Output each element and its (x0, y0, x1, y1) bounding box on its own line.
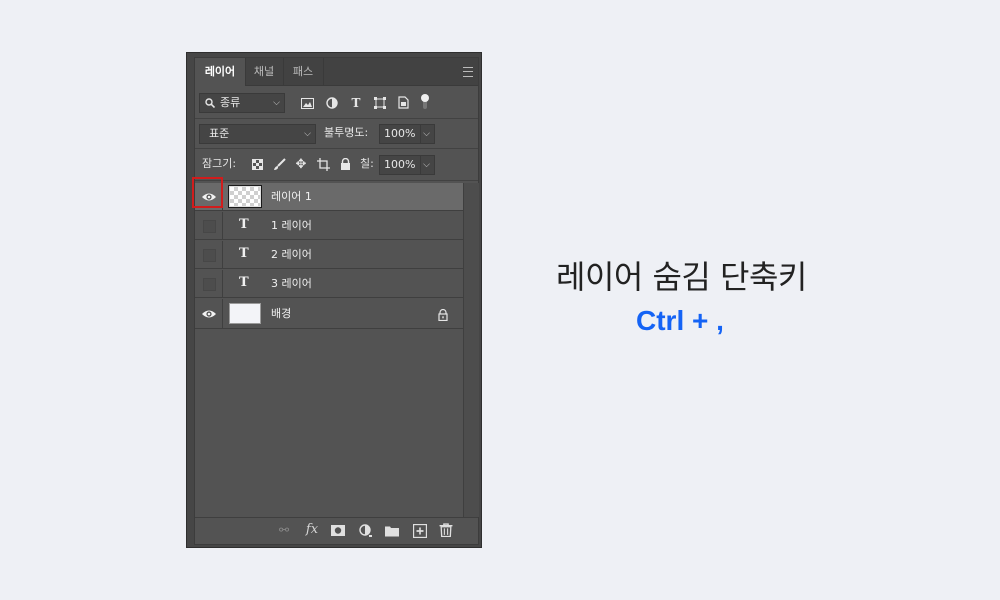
shortcut-label: Ctrl + , (636, 305, 724, 336)
blend-row: 표준 ⌵ 불투명도: 100% ⌵ (195, 119, 478, 149)
adjustment-filter-icon[interactable] (326, 97, 338, 109)
shape-filter-icon[interactable] (374, 97, 386, 109)
layer-list: 레이어 1 T 1 레이어 T 2 레이어 T 3 레이어 배경 (195, 183, 463, 517)
text-layer-icon: T (239, 217, 249, 232)
lock-all-icon[interactable] (340, 158, 351, 170)
lock-artboard-icon[interactable] (317, 158, 330, 171)
visibility-empty-box (203, 278, 216, 291)
visibility-empty-box (203, 249, 216, 262)
text-layer-icon: T (239, 275, 249, 290)
layer-row-layer1[interactable]: 레이어 1 (195, 183, 463, 211)
layer-name: 레이어 1 (271, 190, 312, 203)
opacity-input[interactable]: 100% ⌵ (379, 124, 435, 144)
layer-thumbnail (228, 185, 262, 208)
filter-kind-value: 종류 (220, 96, 241, 109)
smart-object-filter-icon[interactable] (398, 96, 409, 109)
new-layer-icon[interactable] (413, 524, 427, 538)
panel-footer: ⚯ fx (195, 517, 478, 544)
layers-panel-body: 레이어 채널 패스 종류 ⌵ T 표준 ⌵ 불투명도: 100% ⌵ 잠그기: … (194, 57, 479, 545)
adjustment-icon[interactable] (359, 524, 373, 538)
lock-position-icon[interactable]: ✥ (293, 157, 309, 173)
blend-mode-dropdown[interactable]: 표준 ⌵ (199, 124, 316, 144)
trash-icon[interactable] (439, 523, 453, 537)
layer-name: 2 레이어 (271, 248, 312, 261)
fill-value: 100% (384, 158, 416, 171)
visibility-toggle[interactable] (195, 299, 223, 329)
search-icon (205, 98, 215, 108)
layer-name: 배경 (271, 307, 292, 320)
lock-icon (438, 309, 448, 321)
lock-row: 잠그기: ✥ 칠: 100% ⌵ (195, 149, 478, 181)
panel-tabbar: 레이어 채널 패스 (195, 58, 478, 86)
fx-icon[interactable]: fx (305, 523, 319, 537)
panel-menu-icon[interactable] (463, 67, 473, 77)
chevron-down-icon[interactable]: ⌵ (420, 125, 430, 143)
opacity-label: 불투명도: (324, 126, 369, 139)
lock-pixels-icon[interactable] (273, 158, 286, 171)
text-layer-icon: T (239, 246, 249, 261)
folder-icon[interactable] (385, 524, 399, 538)
layer-row-text1[interactable]: T 1 레이어 (195, 212, 463, 240)
visibility-empty-box (203, 220, 216, 233)
type-filter-icon[interactable]: T (348, 95, 364, 111)
layer-row-text2[interactable]: T 2 레이어 (195, 241, 463, 269)
layer-name: 3 레이어 (271, 277, 312, 290)
chevron-down-icon[interactable]: ⌵ (420, 156, 430, 174)
eye-icon (202, 310, 216, 318)
layer-row-background[interactable]: 배경 (195, 299, 463, 329)
tab-channels[interactable]: 채널 (245, 58, 284, 85)
link-icon[interactable]: ⚯ (277, 523, 291, 537)
tab-layers[interactable]: 레이어 (195, 58, 246, 86)
image-filter-icon[interactable] (301, 98, 314, 109)
visibility-toggle[interactable] (195, 270, 223, 298)
opacity-value: 100% (384, 127, 416, 140)
chevron-down-icon: ⌵ (304, 129, 311, 139)
layer-list-scrollbar[interactable] (463, 183, 479, 517)
chevron-down-icon: ⌵ (273, 98, 280, 108)
blend-mode-value: 표준 (209, 127, 230, 140)
filter-kind-dropdown[interactable]: 종류 ⌵ (199, 93, 285, 113)
fill-label: 칠: (360, 157, 374, 170)
layer-row-text3[interactable]: T 3 레이어 (195, 270, 463, 298)
mask-icon[interactable] (331, 524, 345, 538)
layer-thumbnail (229, 303, 261, 324)
filter-row: 종류 ⌵ T (195, 86, 478, 119)
fill-input[interactable]: 100% ⌵ (379, 155, 435, 175)
layer-name: 1 레이어 (271, 219, 312, 232)
visibility-toggle[interactable] (195, 212, 223, 240)
lock-label: 잠그기: (202, 157, 237, 170)
page-title: 레이어 숨김 단축키 (556, 258, 807, 296)
layers-panel: 레이어 채널 패스 종류 ⌵ T 표준 ⌵ 불투명도: 100% ⌵ 잠그기: … (186, 52, 482, 548)
visibility-highlight-box (192, 177, 223, 208)
filter-toggle-icon[interactable] (420, 94, 430, 110)
visibility-toggle[interactable] (195, 241, 223, 269)
lock-transparent-icon[interactable] (252, 159, 263, 170)
tab-paths[interactable]: 패스 (283, 58, 324, 85)
